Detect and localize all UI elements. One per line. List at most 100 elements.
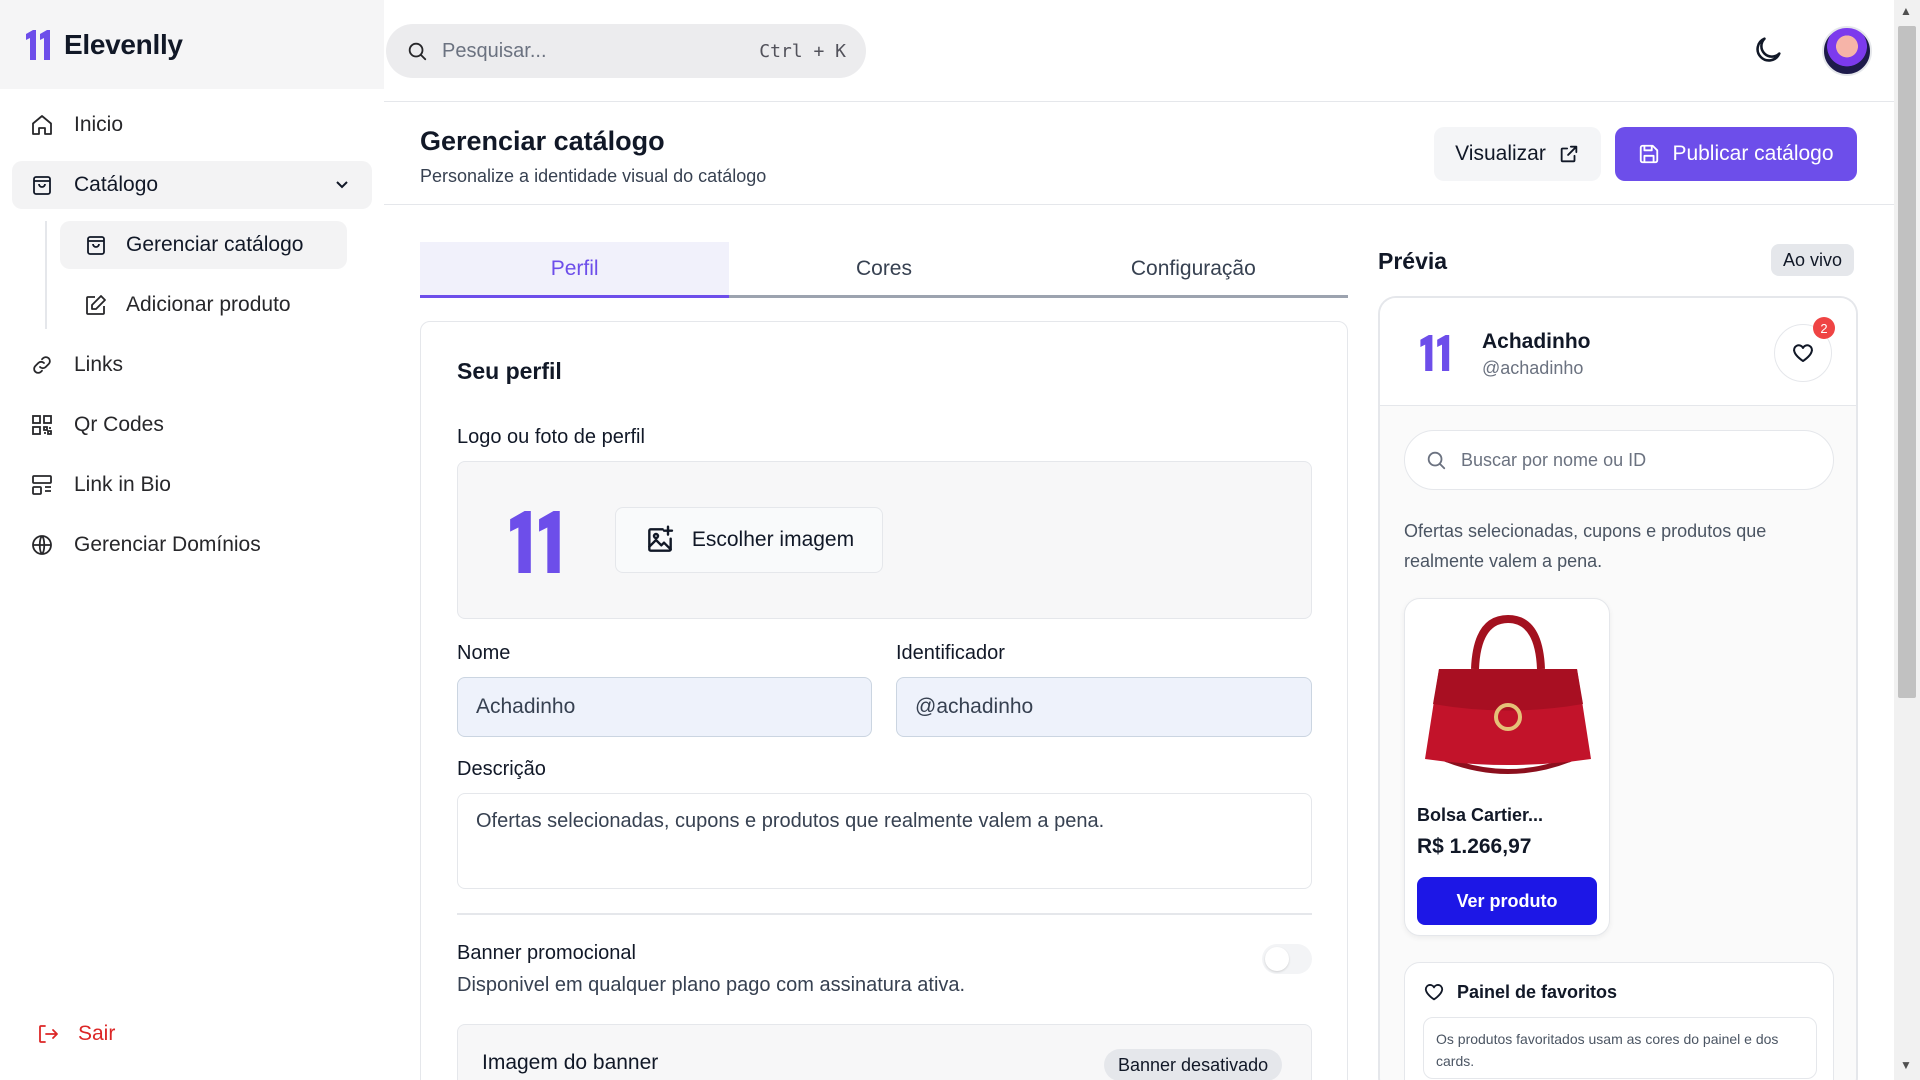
favorites-count-badge: 2 bbox=[1813, 317, 1835, 339]
preview-description: Ofertas selecionadas, cupons e produtos … bbox=[1404, 521, 1767, 571]
search-input[interactable]: Pesquisar... Ctrl + K bbox=[386, 24, 866, 78]
home-icon bbox=[32, 115, 52, 135]
layout-icon bbox=[32, 475, 52, 495]
favorites-panel: Painel de favoritos Os produtos favorita… bbox=[1404, 962, 1834, 1080]
sidebar-nav: Inicio Catálogo Gerenciar catálogo Adici… bbox=[0, 89, 384, 593]
header-divider bbox=[384, 204, 1894, 205]
description-label: Descrição bbox=[457, 758, 546, 780]
product-price: R$ 1.266,97 bbox=[1417, 835, 1532, 858]
topbar: Pesquisar... Ctrl + K bbox=[384, 0, 1894, 102]
tab-bar: Perfil Cores Configuração bbox=[420, 242, 1348, 298]
sidebar-item-qr-codes[interactable]: Qr Codes bbox=[12, 401, 372, 449]
tab-configuracao[interactable]: Configuração bbox=[1039, 242, 1348, 295]
logout-button[interactable]: Sair bbox=[36, 1022, 115, 1046]
search-icon bbox=[408, 42, 427, 61]
scroll-down-icon[interactable]: ▼ bbox=[1900, 1058, 1912, 1072]
sidebar-item-label: Inicio bbox=[74, 113, 124, 136]
sidebar-item-label: Link in Bio bbox=[74, 473, 171, 496]
favorites-panel-header: Painel de favoritos bbox=[1423, 981, 1617, 1003]
preview-search-placeholder: Buscar por nome ou ID bbox=[1461, 449, 1647, 470]
banner-toggle[interactable] bbox=[1262, 944, 1312, 974]
sidebar-item-link-in-bio[interactable]: Link in Bio bbox=[12, 461, 372, 509]
sidebar-subitem-label: Gerenciar catálogo bbox=[126, 233, 304, 256]
product-card[interactable]: Bolsa Cartier... R$ 1.266,97 Ver produto bbox=[1404, 598, 1610, 936]
scroll-up-icon[interactable]: ▲ bbox=[1900, 4, 1912, 18]
sidebar-subitem-adicionar-produto[interactable]: Adicionar produto bbox=[60, 281, 347, 329]
page-title: Gerenciar catálogo bbox=[420, 126, 665, 156]
avatar[interactable] bbox=[1822, 26, 1872, 76]
bag-icon bbox=[87, 236, 105, 255]
preview-header: Achadinho @achadinho 2 bbox=[1380, 298, 1856, 406]
section-divider bbox=[457, 913, 1312, 915]
search-shortcut: Ctrl + K bbox=[759, 40, 846, 62]
sidebar-item-links[interactable]: Links bbox=[12, 341, 372, 389]
catalog-subnav: Gerenciar catálogo Adicionar produto bbox=[34, 221, 372, 329]
sidebar-item-gerenciar-dominios[interactable]: Gerenciar Domínios bbox=[12, 521, 372, 569]
brand-logo-icon bbox=[26, 29, 50, 60]
product-name: Bolsa Cartier... bbox=[1417, 805, 1544, 825]
sidebar-item-label: Qr Codes bbox=[74, 413, 164, 436]
scrollbar-thumb[interactable] bbox=[1898, 26, 1916, 698]
logo-label: Logo ou foto de perfil bbox=[457, 426, 645, 448]
bag-icon bbox=[33, 176, 51, 195]
banner-subtitle: Disponivel em qualquer plano pago com as… bbox=[457, 974, 966, 996]
name-field[interactable]: Achadinho bbox=[457, 677, 872, 737]
choose-image-button[interactable]: Escolher imagem bbox=[615, 507, 883, 573]
favorites-button[interactable]: 2 bbox=[1774, 317, 1835, 382]
heart-icon bbox=[1424, 984, 1444, 1001]
identifier-field[interactable]: @achadinho bbox=[896, 677, 1312, 737]
brand-name: Elevenlly bbox=[64, 28, 183, 60]
link-icon bbox=[33, 356, 51, 374]
preview-logo-icon bbox=[1420, 335, 1450, 371]
sidebar-subitem-label: Adicionar produto bbox=[126, 293, 291, 316]
theme-toggle-button[interactable] bbox=[1751, 33, 1785, 72]
sidebar: Elevenlly Inicio Catálogo Gerenciar catá… bbox=[0, 0, 384, 1080]
product-image bbox=[1425, 614, 1591, 774]
preview-frame: Achadinho @achadinho 2 Buscar por nome o… bbox=[1378, 296, 1858, 1080]
search-placeholder: Pesquisar... bbox=[442, 39, 547, 62]
view-button-label: Visualizar bbox=[1455, 142, 1546, 165]
banner-title: Banner promocional bbox=[457, 942, 636, 964]
logo-upload-area: Escolher imagem bbox=[457, 461, 1312, 619]
moon-icon bbox=[1756, 37, 1781, 62]
name-label: Nome bbox=[457, 642, 511, 664]
chevron-down-icon[interactable] bbox=[332, 175, 352, 195]
sidebar-item-catalogo[interactable]: Catálogo bbox=[12, 161, 372, 209]
preview-handle: @achadinho bbox=[1482, 358, 1584, 378]
search-icon bbox=[1427, 451, 1446, 470]
publish-catalog-button[interactable]: Publicar catálogo bbox=[1615, 127, 1857, 181]
sidebar-subitem-gerenciar-catalogo[interactable]: Gerenciar catálogo bbox=[60, 221, 347, 269]
banner-image-label: Imagem do banner bbox=[482, 1051, 659, 1074]
page-subtitle: Personalize a identidade visual do catál… bbox=[420, 166, 767, 186]
preview-search-input[interactable]: Buscar por nome ou ID bbox=[1404, 430, 1834, 490]
view-product-button[interactable]: Ver produto bbox=[1417, 877, 1597, 925]
page-scrollbar[interactable]: ▲ ▼ bbox=[1894, 0, 1920, 1080]
globe-icon bbox=[32, 535, 52, 555]
sidebar-item-label: Links bbox=[74, 353, 124, 376]
profile-card-title: Seu perfil bbox=[457, 358, 562, 384]
tab-perfil[interactable]: Perfil bbox=[420, 242, 730, 298]
sidebar-item-label: Gerenciar Domínios bbox=[74, 533, 261, 556]
status-badge: Banner desativado bbox=[1104, 1049, 1283, 1080]
image-add-icon bbox=[648, 525, 674, 552]
external-link-icon bbox=[1560, 145, 1578, 163]
heart-icon bbox=[1793, 344, 1813, 362]
preview-name: Achadinho bbox=[1482, 330, 1591, 353]
sidebar-item-inicio[interactable]: Inicio bbox=[12, 101, 372, 149]
sidebar-item-label: Catálogo bbox=[74, 173, 159, 196]
favorites-panel-title: Painel de favoritos bbox=[1457, 981, 1618, 1002]
tab-cores[interactable]: Cores bbox=[729, 242, 1038, 295]
profile-card: Seu perfil Logo ou foto de perfil Escolh… bbox=[420, 321, 1348, 1080]
publish-button-label: Publicar catálogo bbox=[1672, 142, 1834, 165]
edit-icon bbox=[86, 295, 106, 315]
live-badge: Ao vivo bbox=[1771, 244, 1855, 276]
logout-icon bbox=[39, 1025, 58, 1043]
save-icon bbox=[1640, 144, 1659, 164]
catalog-logo-icon bbox=[510, 511, 560, 573]
banner-image-area: Imagem do banner Banner desativado bbox=[457, 1024, 1312, 1080]
brand[interactable]: Elevenlly bbox=[0, 0, 384, 89]
description-field[interactable]: Ofertas selecionadas, cupons e produtos … bbox=[457, 793, 1312, 889]
logout-label: Sair bbox=[78, 1022, 116, 1045]
view-button[interactable]: Visualizar bbox=[1434, 127, 1601, 181]
identifier-label: Identificador bbox=[896, 642, 1005, 664]
